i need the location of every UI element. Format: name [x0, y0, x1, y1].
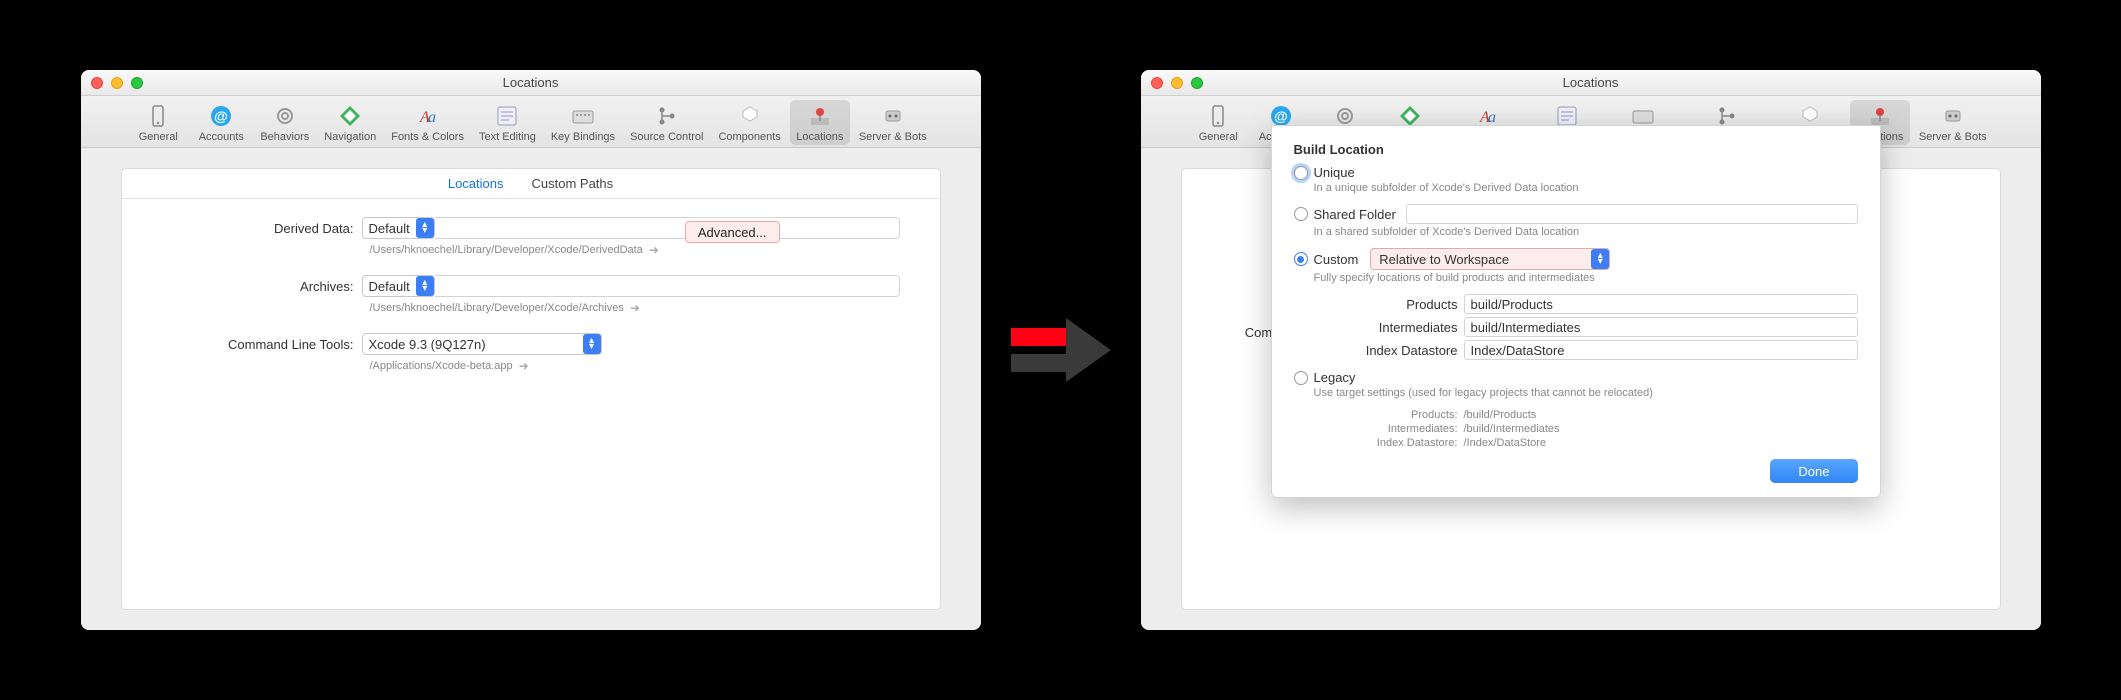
derived-data-path: /Users/hknoechel/Library/Developer/Xcode… — [370, 244, 643, 256]
minimize-window-button[interactable] — [111, 77, 123, 89]
radio-custom[interactable] — [1294, 252, 1308, 266]
keyboard-icon — [571, 104, 595, 128]
archives-select[interactable]: Default ▴▾ — [362, 275, 435, 297]
custom-mode-select[interactable]: Relative to Workspace ▴▾ — [1370, 248, 1610, 270]
tab-general[interactable]: General — [1188, 100, 1248, 145]
summary-intermediates-label: Intermediates: — [1334, 423, 1464, 435]
zoom-window-button[interactable] — [131, 77, 143, 89]
subtab-custom-paths[interactable]: Custom Paths — [532, 176, 614, 191]
derived-data-select[interactable]: Default ▴▾ — [362, 217, 435, 239]
navigation-icon — [338, 104, 362, 128]
summary-products-value: /build/Products — [1464, 409, 1537, 421]
reveal-arrow-icon[interactable]: ➜ — [649, 243, 659, 257]
window-title: Locations — [1563, 75, 1619, 90]
text-edit-icon — [495, 104, 519, 128]
chevron-updown-icon: ▴▾ — [416, 218, 434, 238]
summary-index-label: Index Datastore: — [1334, 437, 1464, 449]
derived-data-label: Derived Data: — [162, 221, 362, 236]
svg-text:@: @ — [1274, 108, 1288, 124]
cli-tools-select[interactable]: Xcode 9.3 (9Q127n) ▴▾ — [362, 333, 602, 355]
tab-navigation[interactable]: Navigation — [318, 100, 382, 145]
archives-path-field[interactable] — [435, 275, 900, 297]
close-window-button[interactable] — [91, 77, 103, 89]
tab-fonts-colors[interactable]: AaFonts & Colors — [385, 100, 470, 145]
radio-shared-label: Shared Folder — [1314, 207, 1396, 222]
summary-products-label: Products: — [1334, 409, 1464, 421]
tab-locations[interactable]: Locations — [790, 100, 850, 145]
radio-unique[interactable] — [1294, 166, 1308, 180]
tab-accounts[interactable]: @Accounts — [191, 100, 251, 145]
chevron-updown-icon: ▴▾ — [583, 334, 601, 354]
minimize-window-button[interactable] — [1171, 77, 1183, 89]
products-input[interactable]: build/Products — [1464, 294, 1858, 314]
summary-index-value: /Index/DataStore — [1464, 437, 1547, 449]
close-window-button[interactable] — [1151, 77, 1163, 89]
shared-desc: In a shared subfolder of Xcode's Derived… — [1314, 226, 1858, 238]
svg-text:@: @ — [214, 108, 228, 124]
at-icon: @ — [209, 104, 233, 128]
tab-server-bots[interactable]: Server & Bots — [853, 100, 933, 145]
svg-text:a: a — [428, 109, 436, 126]
archives-path: /Users/hknoechel/Library/Developer/Xcode… — [370, 302, 624, 314]
tab-behaviors[interactable]: Behaviors — [254, 100, 315, 145]
reveal-arrow-icon[interactable]: ➜ — [630, 301, 640, 315]
tab-source-control[interactable]: Source Control — [624, 100, 709, 145]
transition-arrow — [1011, 300, 1111, 400]
window-title: Locations — [503, 75, 559, 90]
xcode-prefs-window-right: Locations General @Accounts Behaviors Na… — [1141, 70, 2041, 630]
intermediates-label: Intermediates — [1334, 320, 1464, 335]
reveal-arrow-icon[interactable]: ➜ — [519, 359, 529, 373]
products-label: Products — [1334, 297, 1464, 312]
bot-icon — [881, 104, 905, 128]
build-location-sheet: Build Location Unique In a unique subfol… — [1271, 125, 1881, 498]
branch-icon — [655, 104, 679, 128]
sheet-title: Build Location — [1294, 142, 1858, 157]
cli-tools-label: Command Line Tools: — [162, 337, 362, 352]
chevron-updown-icon: ▴▾ — [416, 276, 434, 296]
xcode-prefs-window-left: Locations General @Accounts Behaviors Na… — [81, 70, 981, 630]
chevron-updown-icon: ▴▾ — [1591, 249, 1609, 269]
index-label: Index Datastore — [1334, 343, 1464, 358]
tab-components[interactable]: Components — [712, 100, 786, 145]
tab-text-editing[interactable]: Text Editing — [473, 100, 542, 145]
shared-folder-input[interactable] — [1406, 204, 1858, 224]
svg-text:a: a — [1488, 109, 1496, 126]
index-input[interactable]: Index/DataStore — [1464, 340, 1858, 360]
tab-server-bots[interactable]: Server & Bots — [1913, 100, 1993, 145]
zoom-window-button[interactable] — [1191, 77, 1203, 89]
fonts-icon: Aa — [416, 104, 440, 128]
radio-shared[interactable] — [1294, 207, 1308, 221]
tab-general[interactable]: General — [128, 100, 188, 145]
radio-legacy[interactable] — [1294, 371, 1308, 385]
derived-data-path-field[interactable] — [435, 217, 900, 239]
pin-icon — [808, 104, 832, 128]
custom-desc: Fully specify locations of build product… — [1314, 272, 1858, 284]
tab-key-bindings[interactable]: Key Bindings — [545, 100, 621, 145]
components-icon — [738, 104, 762, 128]
advanced-button[interactable]: Advanced... — [685, 221, 780, 243]
unique-desc: In a unique subfolder of Xcode's Derived… — [1314, 182, 1858, 194]
titlebar: Locations — [1141, 70, 2041, 96]
cli-tools-path: /Applications/Xcode-beta.app — [370, 360, 513, 372]
phone-icon — [146, 104, 170, 128]
locations-panel: Locations Custom Paths Derived Data: Def… — [121, 168, 941, 610]
legacy-desc: Use target settings (used for legacy pro… — [1314, 387, 1858, 399]
radio-custom-label: Custom — [1314, 252, 1359, 267]
gear-icon — [273, 104, 297, 128]
radio-unique-label: Unique — [1314, 165, 1355, 180]
archives-label: Archives: — [162, 279, 362, 294]
prefs-toolbar: General @Accounts Behaviors Navigation A… — [81, 96, 981, 148]
done-button[interactable]: Done — [1770, 459, 1857, 483]
titlebar: Locations — [81, 70, 981, 96]
radio-legacy-label: Legacy — [1314, 370, 1356, 385]
subtab-locations[interactable]: Locations — [448, 176, 504, 191]
intermediates-input[interactable]: build/Intermediates — [1464, 317, 1858, 337]
summary-intermediates-value: /build/Intermediates — [1464, 423, 1560, 435]
